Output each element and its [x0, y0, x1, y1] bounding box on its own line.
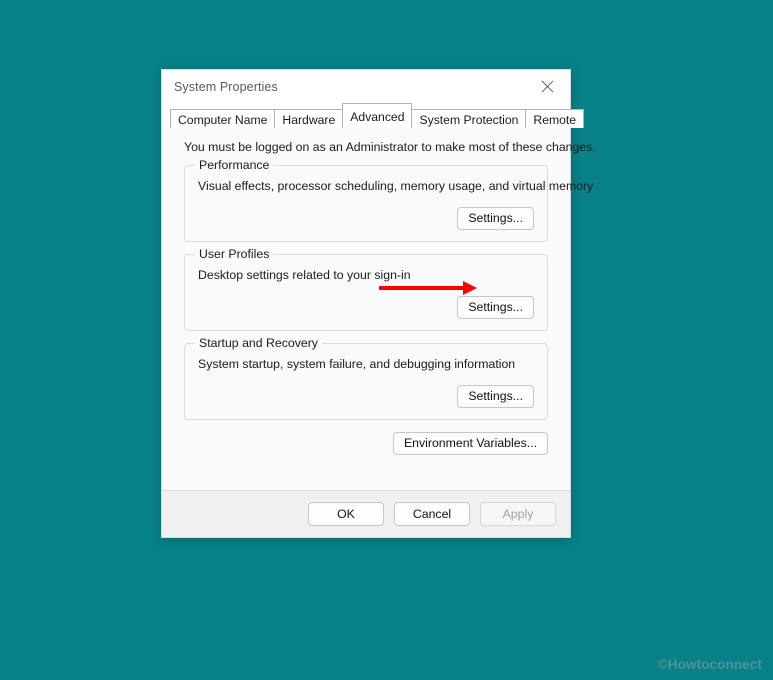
user-profiles-settings-button[interactable]: Settings...: [457, 296, 534, 319]
tab-system-protection[interactable]: System Protection: [411, 109, 527, 128]
environment-variables-row: Environment Variables...: [184, 432, 548, 455]
tab-computer-name[interactable]: Computer Name: [170, 109, 276, 128]
group-startup-and-recovery-description: System startup, system failure, and debu…: [198, 357, 516, 371]
performance-settings-button[interactable]: Settings...: [457, 207, 534, 230]
tab-remote[interactable]: Remote: [525, 109, 585, 128]
dialog-footer: OK Cancel Apply: [162, 490, 570, 537]
dialog-title: System Properties: [174, 79, 278, 94]
apply-button: Apply: [480, 502, 556, 526]
cancel-button[interactable]: Cancel: [394, 502, 470, 526]
group-user-profiles-title: User Profiles: [195, 247, 274, 261]
environment-variables-button[interactable]: Environment Variables...: [392, 432, 548, 455]
tab-page-advanced: You must be logged on as an Administrato…: [162, 128, 596, 490]
site-watermark: ©Howtoconnect: [657, 657, 762, 672]
administrator-notice: You must be logged on as an Administrato…: [184, 140, 596, 154]
group-startup-and-recovery: Startup and Recovery System startup, sys…: [184, 336, 548, 420]
close-icon[interactable]: [525, 70, 570, 103]
group-performance-description: Visual effects, processor scheduling, me…: [198, 179, 594, 193]
tab-hardware[interactable]: Hardware: [274, 109, 344, 128]
group-performance-title: Performance: [195, 158, 274, 172]
group-user-profiles: User Profiles Desktop settings related t…: [184, 247, 548, 331]
system-properties-dialog: System Properties Computer Name Hardware…: [161, 69, 596, 538]
tab-advanced[interactable]: Advanced: [342, 103, 413, 128]
dialog-titlebar: System Properties: [162, 70, 570, 103]
group-user-profiles-description: Desktop settings related to your sign-in: [198, 268, 411, 282]
group-performance: Performance Visual effects, processor sc…: [184, 158, 594, 242]
tab-strip: Computer Name Hardware Advanced System P…: [162, 103, 585, 128]
ok-button[interactable]: OK: [308, 502, 384, 526]
startup-recovery-settings-button[interactable]: Settings...: [457, 385, 534, 408]
group-startup-and-recovery-title: Startup and Recovery: [195, 336, 322, 350]
